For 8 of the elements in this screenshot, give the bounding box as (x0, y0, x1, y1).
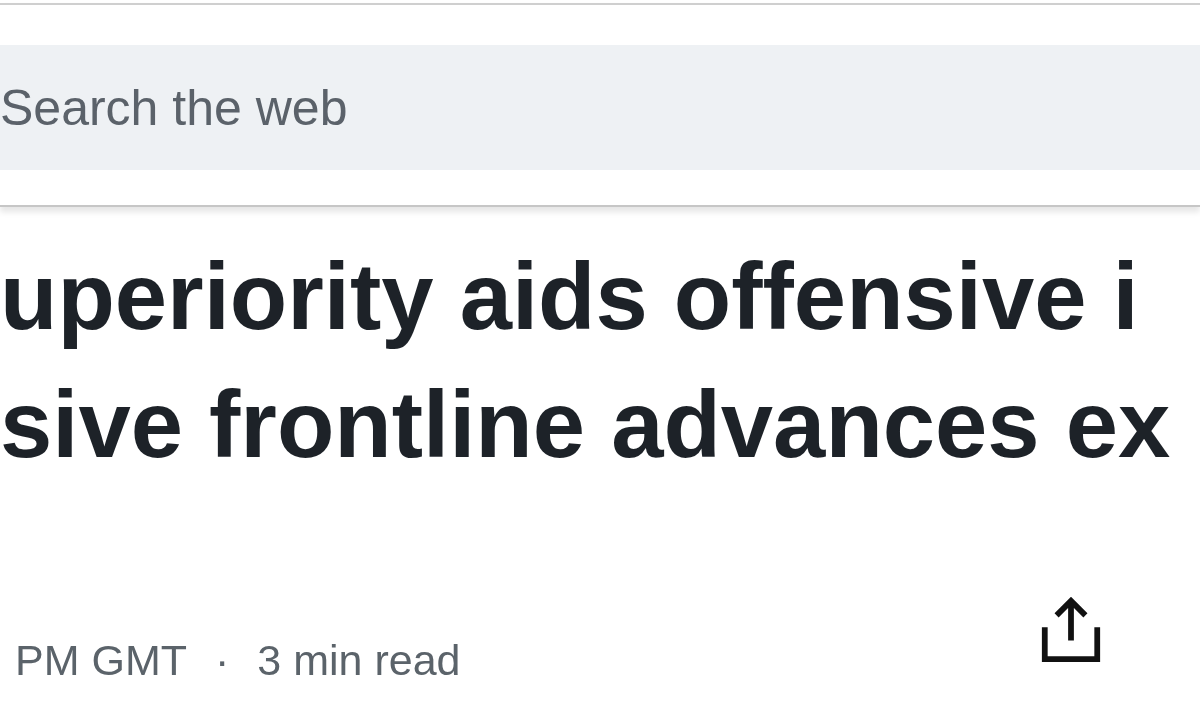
headline-text: uperiority aids offensive i (0, 243, 1139, 351)
separator-dot: · (215, 635, 230, 685)
search-field[interactable]: Search the web (0, 45, 1200, 170)
read-time-text: 3 min read (257, 635, 461, 685)
share-button[interactable] (1039, 595, 1103, 665)
share-icon (1039, 595, 1103, 665)
time-text: PM GMT (15, 635, 187, 685)
headline-text: sive frontline advances ex (0, 371, 1171, 479)
